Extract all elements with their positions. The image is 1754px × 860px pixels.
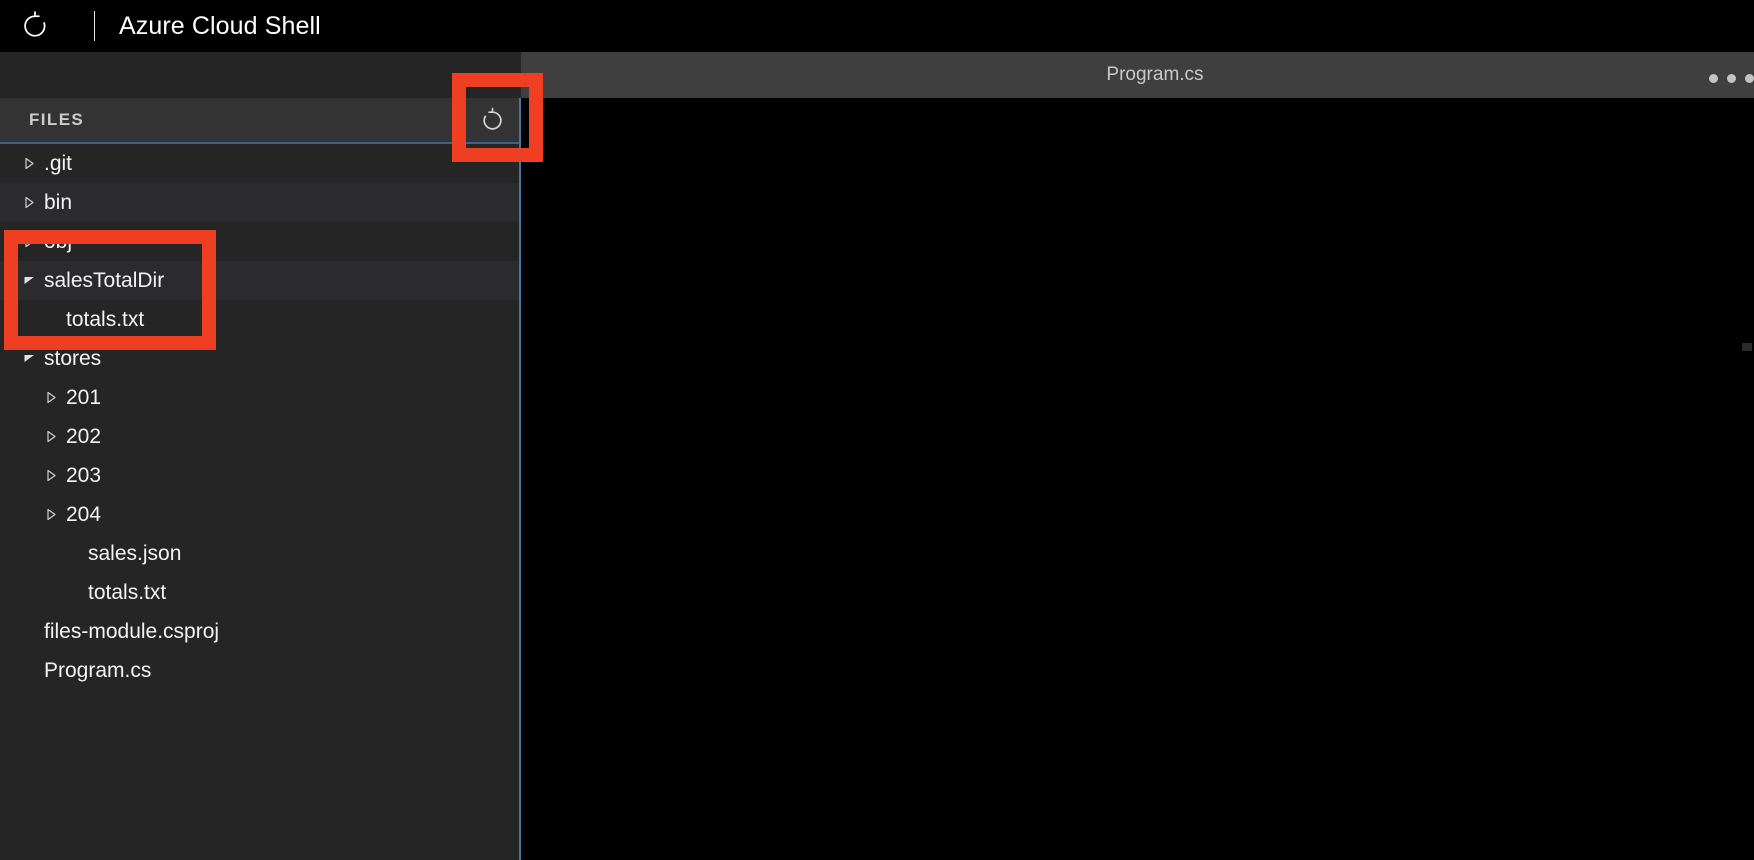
chevron-right-icon[interactable] xyxy=(22,157,36,171)
chevron-right-icon[interactable] xyxy=(22,235,36,249)
tree-item-label: 201 xyxy=(66,386,102,409)
refresh-icon[interactable] xyxy=(463,98,521,142)
app-topbar: Azure Cloud Shell xyxy=(0,0,1754,52)
chevron-right-icon[interactable] xyxy=(44,469,58,483)
file-tree[interactable]: .git bin obj salesTotalDir totals.txt stores 2… xyxy=(0,144,521,860)
tree-item-label: .git xyxy=(44,152,73,175)
code-editor-surface[interactable] xyxy=(556,98,1754,860)
tree-item-stores[interactable]: stores xyxy=(0,339,521,378)
tree-item-label: 202 xyxy=(66,425,102,448)
workspace: Program.cs FILES .git bin obj salesTotalDir… xyxy=(0,52,1754,860)
tree-item-label: 204 xyxy=(66,503,102,526)
tree-item-salestotaldir[interactable]: salesTotalDir xyxy=(0,261,521,300)
tree-item-202[interactable]: 202 xyxy=(0,417,521,456)
tree-item-totals-txt[interactable]: totals.txt xyxy=(0,300,521,339)
tree-item-label: 203 xyxy=(66,464,102,487)
chevron-right-icon[interactable] xyxy=(44,391,58,405)
tree-item-label: stores xyxy=(44,347,102,370)
tree-item-files-module-csproj[interactable]: files-module.csproj xyxy=(0,612,521,651)
editor-scrollbar[interactable] xyxy=(1742,343,1752,351)
app-title: Azure Cloud Shell xyxy=(119,11,321,40)
tree-item-label: Program.cs xyxy=(44,659,152,682)
editor-left-gutter xyxy=(521,98,556,860)
tree-item-bin[interactable]: bin xyxy=(0,183,521,222)
chevron-right-icon[interactable] xyxy=(44,508,58,522)
more-dot xyxy=(1745,74,1754,83)
tree-item-program-cs[interactable]: Program.cs xyxy=(0,651,521,690)
tree-item-label: salesTotalDir xyxy=(44,269,165,292)
tree-item--git[interactable]: .git xyxy=(0,144,521,183)
editor-tab-label: Program.cs xyxy=(1106,64,1204,85)
files-sidebar: FILES .git bin obj salesTotalDir totals.txt s… xyxy=(0,52,521,860)
restart-icon[interactable] xyxy=(18,9,52,43)
sidebar-editor-divider[interactable] xyxy=(519,98,521,860)
tree-item-label: bin xyxy=(44,191,73,214)
more-dot xyxy=(1709,74,1718,83)
tree-item-203[interactable]: 203 xyxy=(0,456,521,495)
topbar-separator xyxy=(94,11,95,41)
chevron-down-icon[interactable] xyxy=(22,352,36,366)
files-sidebar-header: FILES xyxy=(0,98,521,142)
tree-item-label: sales.json xyxy=(88,542,182,565)
more-dot xyxy=(1727,74,1736,83)
tree-item-totals-txt[interactable]: totals.txt xyxy=(0,573,521,612)
tree-item-label: totals.txt xyxy=(66,308,145,331)
tree-item-sales-json[interactable]: sales.json xyxy=(0,534,521,573)
tree-item-201[interactable]: 201 xyxy=(0,378,521,417)
chevron-down-icon[interactable] xyxy=(22,274,36,288)
chevron-right-icon[interactable] xyxy=(44,430,58,444)
tree-item-label: totals.txt xyxy=(88,581,167,604)
tree-item-obj[interactable]: obj xyxy=(0,222,521,261)
tree-item-label: obj xyxy=(44,230,73,253)
files-panel-title: FILES xyxy=(29,110,85,129)
editor-tab-program-cs[interactable]: Program.cs xyxy=(556,52,1754,98)
tree-item-204[interactable]: 204 xyxy=(0,495,521,534)
azure-cloud-shell-window: Azure Cloud Shell Program.cs FILES .git … xyxy=(0,0,1754,860)
chevron-right-icon[interactable] xyxy=(22,196,36,210)
more-options-icon[interactable] xyxy=(1709,74,1754,83)
tree-item-label: files-module.csproj xyxy=(44,620,220,643)
